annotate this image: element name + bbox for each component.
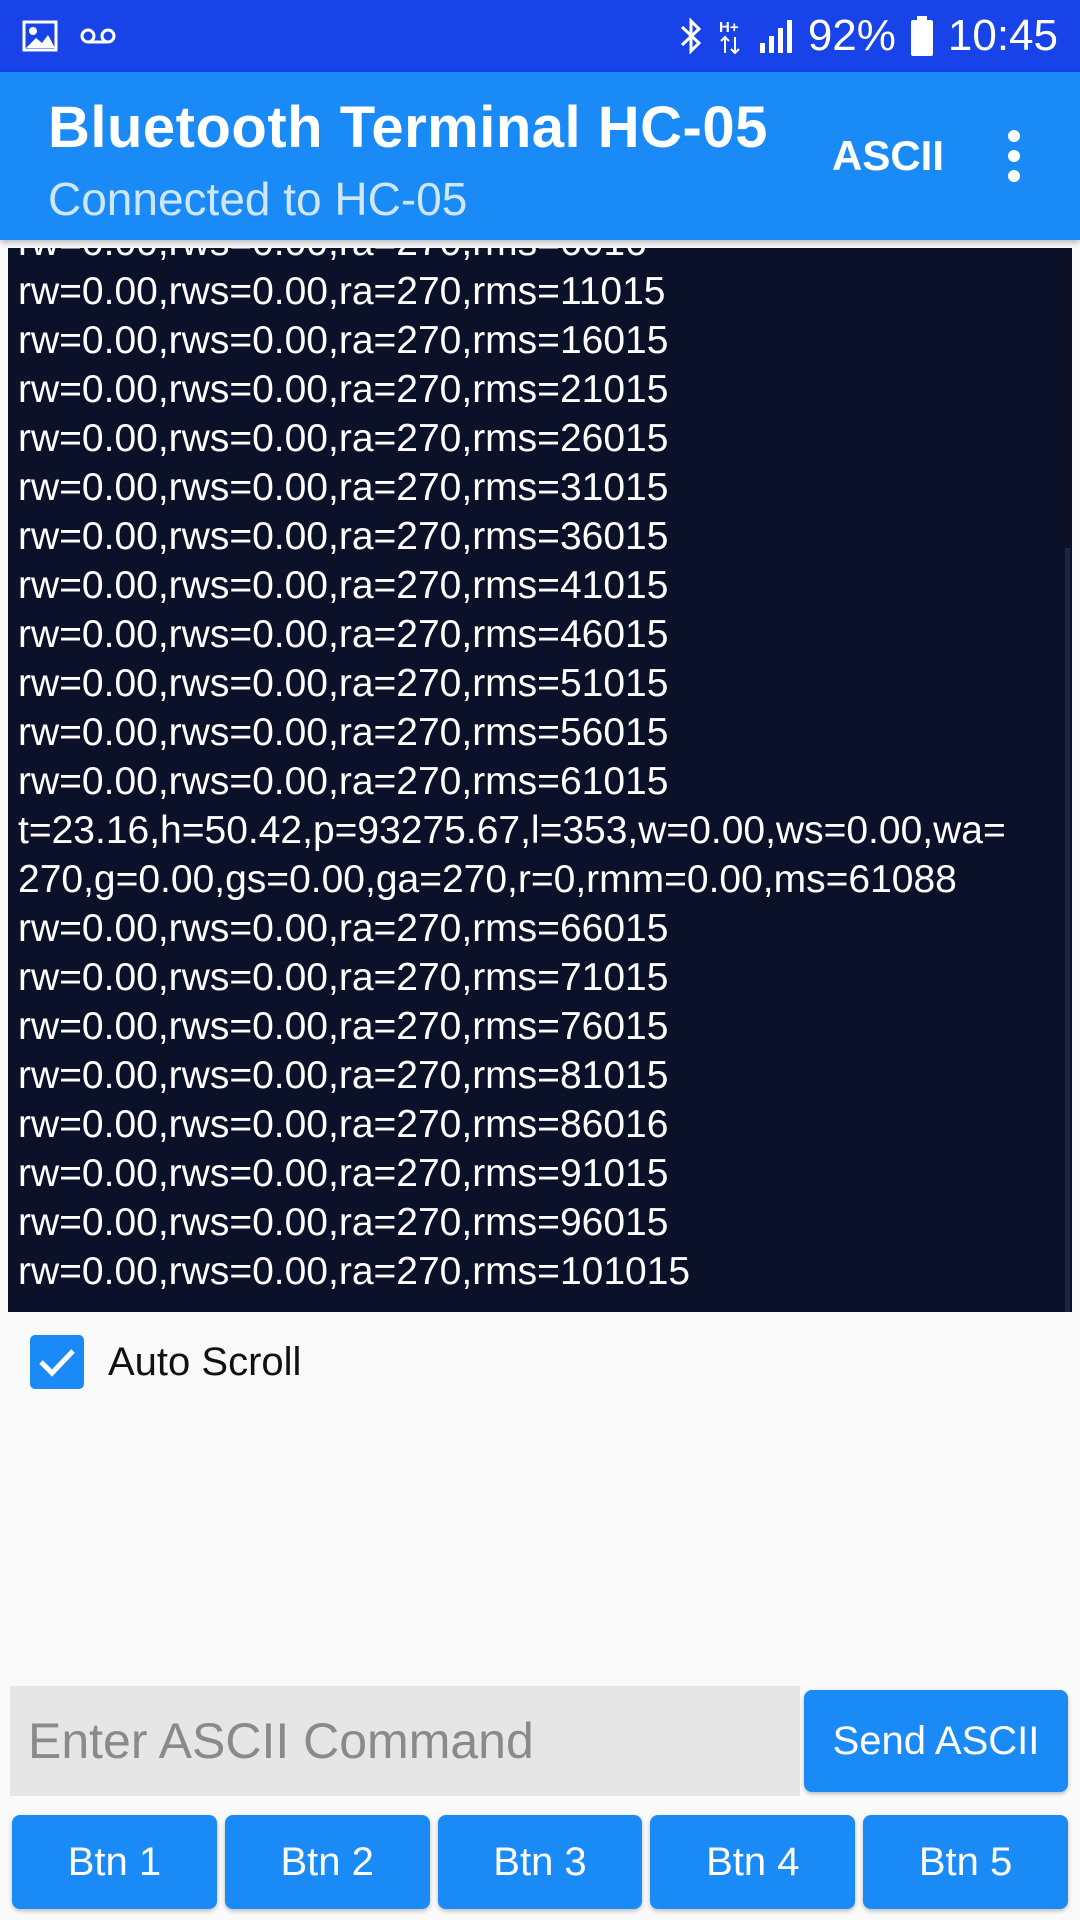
battery-percent: 92%	[807, 11, 896, 60]
ascii-mode-button[interactable]: ASCII	[832, 132, 944, 180]
signal-icon	[758, 19, 794, 53]
terminal-line: rw=0.00,rws=0.00,ra=270,rms=51015	[18, 662, 669, 705]
svg-text:H+: H+	[719, 19, 739, 36]
auto-scroll-label: Auto Scroll	[108, 1339, 302, 1384]
terminal-line: rw=0.00,rws=0.00,ra=270,rms=81015	[18, 1054, 669, 1097]
terminal-line: rw=0.00,rws=0.00,ra=270,rms=96015	[18, 1201, 669, 1244]
clock: 10:45	[947, 11, 1058, 60]
check-icon	[39, 1349, 75, 1377]
terminal-line: rw=0.00,rws=0.00,ra=270,rms=41015	[18, 564, 669, 607]
macro-button-3[interactable]: Btn 3	[437, 1815, 643, 1909]
terminal-line: rw=0.00,rws=0.00,ra=270,rms=6016	[18, 248, 1072, 267]
auto-scroll-checkbox[interactable]	[30, 1335, 84, 1389]
terminal-line: 270,g=0.00,gs=0.00,ga=270,r=0,rmm=0.00,m…	[18, 858, 957, 901]
macro-button-2[interactable]: Btn 2	[224, 1815, 430, 1909]
terminal-line: rw=0.00,rws=0.00,ra=270,rms=76015	[18, 1005, 669, 1048]
terminal-line: rw=0.00,rws=0.00,ra=270,rms=66015	[18, 907, 669, 950]
terminal-line: rw=0.00,rws=0.00,ra=270,rms=26015	[18, 417, 669, 460]
terminal-line: rw=0.00,rws=0.00,ra=270,rms=61015	[18, 760, 669, 803]
terminal-line: rw=0.00,rws=0.00,ra=270,rms=36015	[18, 515, 669, 558]
terminal-line: t=23.16,h=50.42,p=93275.67,l=353,w=0.00,…	[18, 809, 1006, 852]
more-vert-icon[interactable]	[1000, 130, 1028, 186]
battery-icon	[910, 16, 934, 56]
terminal-line: rw=0.00,rws=0.00,ra=270,rms=31015	[18, 466, 669, 509]
macro-button-4[interactable]: Btn 4	[650, 1815, 856, 1909]
bluetooth-icon	[678, 16, 704, 56]
image-icon	[22, 20, 58, 52]
terminal-line: rw=0.00,rws=0.00,ra=270,rms=11015	[18, 270, 666, 313]
macro-button-1[interactable]: Btn 1	[12, 1815, 217, 1909]
macro-button-5[interactable]: Btn 5	[863, 1815, 1068, 1909]
terminal-line: rw=0.00,rws=0.00,ra=270,rms=46015	[18, 613, 669, 656]
macro-button-row: Btn 1 Btn 2 Btn 3 Btn 4 Btn 5	[12, 1815, 1068, 1909]
terminal-scrollbar[interactable]	[1065, 548, 1070, 1312]
app-title: Bluetooth Terminal HC-05	[48, 95, 768, 160]
send-ascii-button[interactable]: Send ASCII	[804, 1690, 1068, 1792]
hplus-data-icon: H+	[718, 16, 744, 56]
app-bar: Bluetooth Terminal HC-05 Connected to HC…	[0, 72, 1080, 240]
terminal-line: rw=0.00,rws=0.00,ra=270,rms=101015	[18, 1250, 691, 1293]
auto-scroll-toggle[interactable]: Auto Scroll	[30, 1334, 301, 1390]
ascii-command-input[interactable]	[10, 1686, 800, 1796]
terminal-line: rw=0.00,rws=0.00,ra=270,rms=86016	[18, 1103, 669, 1146]
terminal-line: rw=0.00,rws=0.00,ra=270,rms=71015	[18, 956, 669, 999]
connection-status: Connected to HC-05	[48, 173, 468, 225]
terminal-output[interactable]: rw=0.00,rws=0.00,ra=270,rms=6016 rw=0.00,…	[8, 248, 1072, 1312]
terminal-line: rw=0.00,rws=0.00,ra=270,rms=16015	[18, 319, 669, 362]
terminal-line: rw=0.00,rws=0.00,ra=270,rms=21015	[18, 368, 669, 411]
terminal-line: rw=0.00,rws=0.00,ra=270,rms=91015	[18, 1152, 669, 1195]
terminal-line: rw=0.00,rws=0.00,ra=270,rms=56015	[18, 711, 669, 754]
terminal-lines: rw=0.00,rws=0.00,ra=270,rms=6016 rw=0.00,…	[18, 248, 1072, 1296]
status-bar: H+ 92% 10:45	[0, 0, 1080, 72]
voicemail-icon	[80, 26, 116, 46]
